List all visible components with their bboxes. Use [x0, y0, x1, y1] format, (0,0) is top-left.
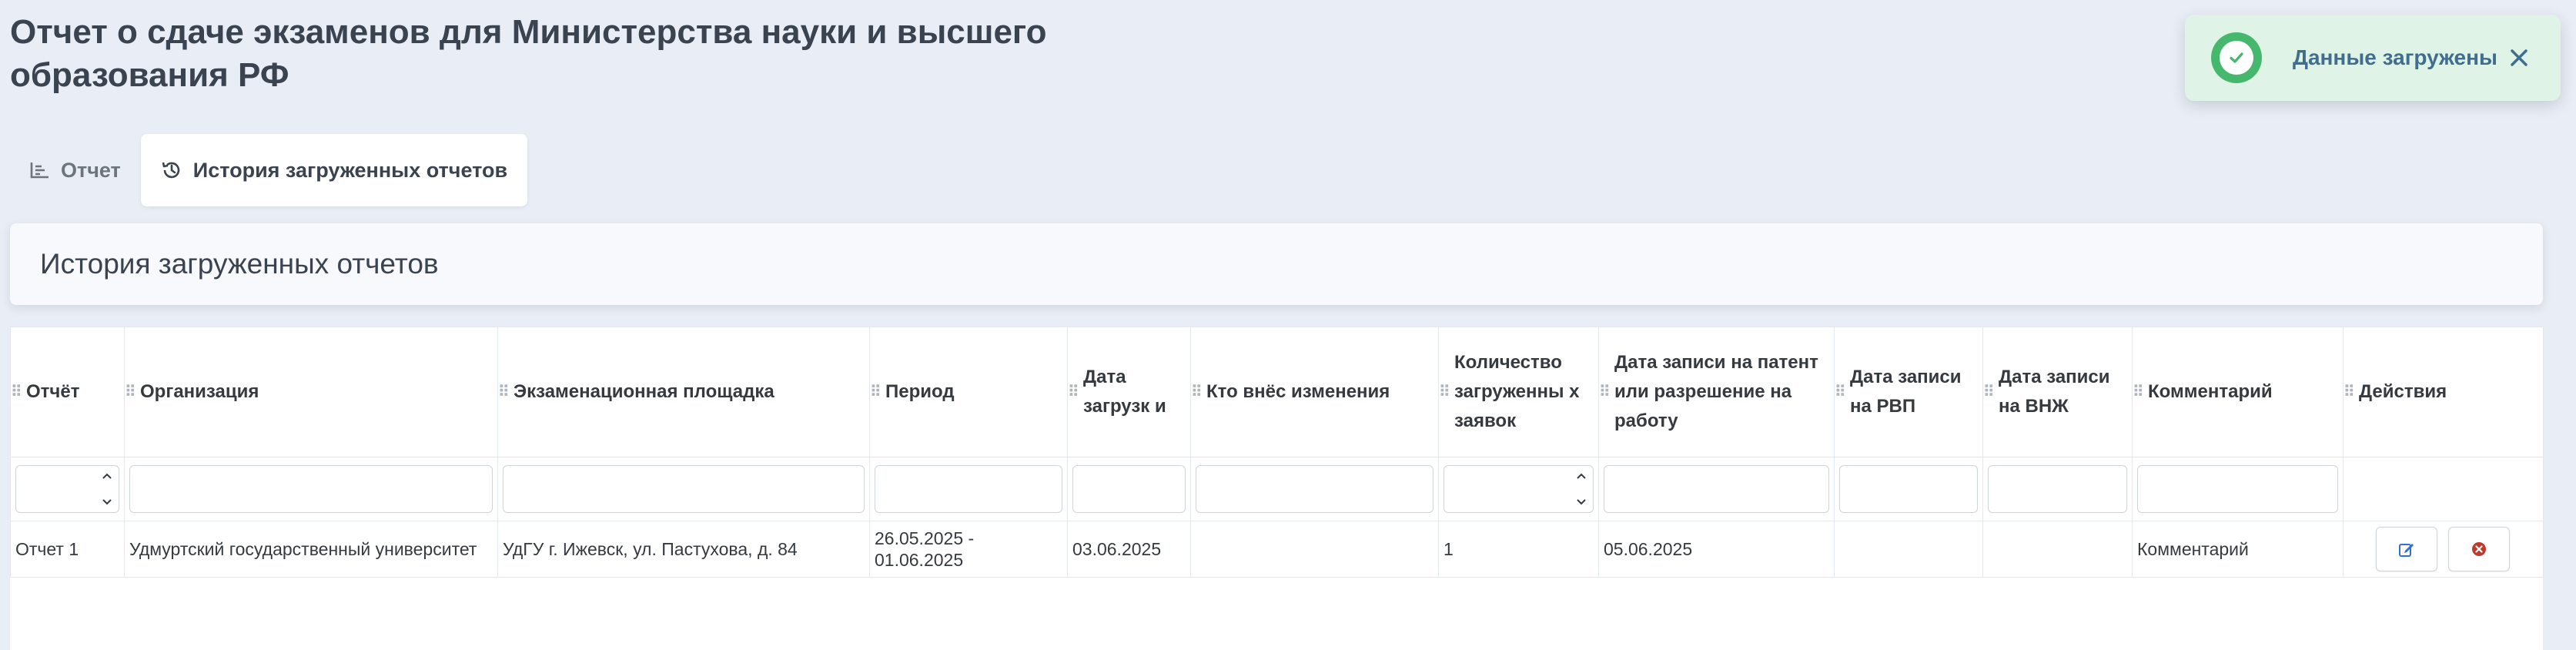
card-title: История загруженных отчетов — [40, 248, 439, 280]
spinner-arrows-icon[interactable] — [1576, 472, 1587, 506]
history-icon — [162, 162, 180, 179]
reports-table-container: ⠿ Отчёт ⠿ Организация ⠿ Экзаменационная пло… — [10, 327, 2544, 650]
cell-report: Отчет 1 — [10, 521, 125, 578]
cell-upload-date: 03.06.2025 — [1067, 521, 1191, 578]
patent-date-filter-input[interactable] — [1604, 465, 1829, 513]
cell-comment: Комментарий — [2132, 521, 2343, 578]
column-header[interactable]: ⠿ Кто внёс изменения — [1190, 327, 1439, 457]
drag-handle-icon[interactable]: ⠿ — [1599, 384, 1613, 400]
cell-period: 26.05.2025 - 01.06.2025 — [869, 521, 1068, 578]
column-header[interactable]: ⠿ Дата записи на РВП — [1834, 327, 1983, 457]
cell-vnzh-date — [1982, 521, 2133, 578]
organization-filter-input[interactable] — [129, 465, 493, 513]
column-header[interactable]: ⠿ Экзаменационная площадка — [497, 327, 870, 457]
drag-handle-icon[interactable]: ⠿ — [1835, 384, 1848, 400]
drag-handle-icon[interactable]: ⠿ — [1068, 384, 1082, 400]
toast-message: Данные загружены — [2293, 45, 2497, 69]
drag-handle-icon[interactable]: ⠿ — [125, 384, 139, 400]
tab-bar: Отчет История загруженных отчетов — [10, 134, 528, 206]
cell-actions — [2343, 521, 2544, 578]
edit-icon — [2399, 544, 2414, 557]
changed-by-filter-input[interactable] — [1196, 465, 1434, 513]
tab-label: Отчет — [61, 158, 121, 182]
tab-history[interactable]: История загруженных отчетов — [140, 134, 528, 206]
cell-site: УдГУ г. Ижевск, ул. Пастухова, д. 84 — [497, 521, 870, 578]
table-row: Отчет 1 Удмуртский государственный униве… — [10, 521, 2544, 578]
drag-handle-icon[interactable]: ⠿ — [2343, 384, 2357, 400]
column-header[interactable]: ⠿ Дата записи на ВНЖ — [1982, 327, 2133, 457]
cell-count: 1 — [1438, 521, 1599, 578]
delete-button[interactable] — [2448, 527, 2511, 571]
drag-handle-icon[interactable]: ⠿ — [1191, 384, 1205, 400]
drag-handle-icon[interactable]: ⠿ — [1439, 384, 1453, 400]
column-header[interactable]: ⠿ Отчёт — [10, 327, 125, 457]
drag-handle-icon[interactable]: ⠿ — [11, 384, 25, 400]
reports-table: ⠿ Отчёт ⠿ Организация ⠿ Экзаменационная пло… — [10, 327, 2544, 578]
count-filter-stepper[interactable] — [1444, 465, 1594, 513]
edit-button[interactable] — [2376, 527, 2437, 571]
page-title: Отчет о сдаче экзаменов для Министерства… — [10, 13, 1047, 94]
column-header[interactable]: ⠿ Дата загрузк и — [1067, 327, 1191, 457]
drag-handle-icon[interactable]: ⠿ — [1983, 384, 1997, 400]
cell-patent-date: 05.06.2025 — [1598, 521, 1835, 578]
check-circle-icon — [2211, 32, 2262, 83]
column-header[interactable]: ⠿ Действия — [2343, 327, 2544, 457]
comment-filter-input[interactable] — [2137, 465, 2338, 513]
table-header-row: ⠿ Отчёт ⠿ Организация ⠿ Экзаменационная пло… — [10, 327, 2544, 457]
tab-report[interactable]: Отчет — [10, 134, 141, 206]
column-header[interactable]: ⠿ Количество загруженны х заявок — [1438, 327, 1599, 457]
drag-handle-icon[interactable]: ⠿ — [498, 384, 512, 400]
report-filter-select[interactable] — [15, 465, 119, 513]
close-icon[interactable] — [2504, 42, 2534, 73]
upload-date-filter-input[interactable] — [1072, 465, 1186, 513]
cell-rvp-date — [1834, 521, 1983, 578]
bar-chart-icon — [30, 162, 49, 179]
drag-handle-icon[interactable]: ⠿ — [2133, 384, 2146, 400]
cell-changed-by — [1190, 521, 1439, 578]
success-toast: Данные загружены — [2185, 15, 2561, 101]
actions-filter-cell — [2343, 457, 2544, 521]
vnzh-date-filter-input[interactable] — [1988, 465, 2127, 513]
column-header[interactable]: ⠿ Организация — [124, 327, 498, 457]
column-header[interactable]: ⠿ Дата записи на патент или разрешение на… — [1598, 327, 1835, 457]
cell-organization: Удмуртский государственный университет — [124, 521, 498, 578]
period-filter-input[interactable] — [875, 465, 1062, 513]
rvp-date-filter-input[interactable] — [1839, 465, 1978, 513]
column-header[interactable]: ⠿ Комментарий — [2132, 327, 2343, 457]
drag-handle-icon[interactable]: ⠿ — [870, 384, 884, 400]
column-header[interactable]: ⠿ Период — [869, 327, 1068, 457]
filter-row — [10, 457, 2544, 521]
spinner-arrows-icon[interactable] — [102, 472, 112, 506]
card-header: История загруженных отчетов — [10, 223, 2543, 305]
tab-label: История загруженных отчетов — [192, 158, 508, 182]
delete-icon — [2472, 542, 2487, 556]
site-filter-input[interactable] — [503, 465, 865, 513]
